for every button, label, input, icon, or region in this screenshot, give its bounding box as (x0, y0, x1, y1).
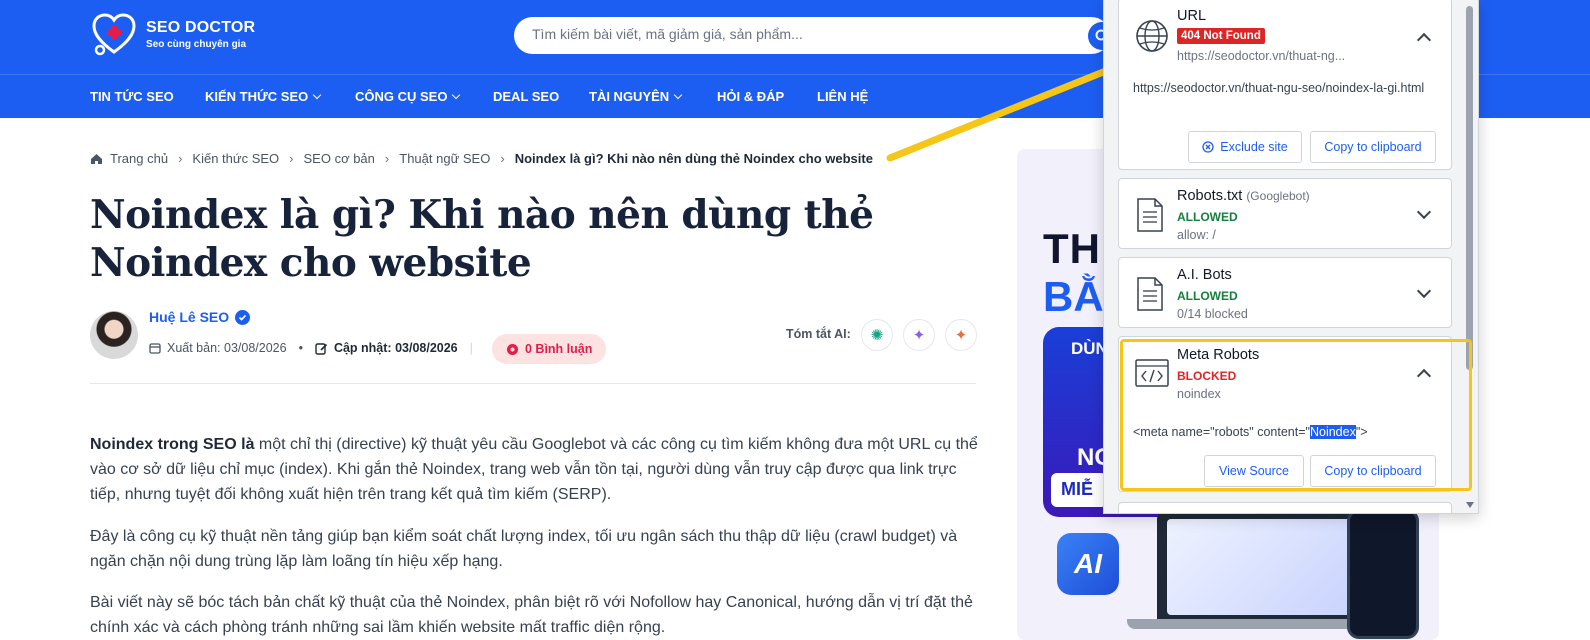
url-label: URL (1177, 8, 1207, 24)
code-highlight: Noindex (1309, 425, 1356, 439)
copy-url-label: Copy to clipboard (1324, 140, 1422, 154)
robots-txt-sub: (Googlebot) (1246, 189, 1310, 203)
copy-meta-button[interactable]: Copy to clipboard (1310, 455, 1436, 487)
expand-chevron-icon[interactable] (1416, 283, 1432, 299)
ai-bots-status: ALLOWED (1177, 289, 1238, 303)
collapse-chevron-icon[interactable] (1416, 368, 1432, 384)
ai-bots-card[interactable]: A.I. Bots ALLOWED 0/14 blocked (1118, 257, 1452, 328)
meta-robots-card: Meta Robots BLOCKED noindex <meta name="… (1118, 336, 1452, 492)
robots-txt-card[interactable]: Robots.txt (Googlebot) ALLOWED allow: / (1118, 178, 1452, 249)
robots-txt-detail: allow: / (1177, 228, 1216, 242)
globe-icon (1136, 20, 1168, 52)
meta-robots-detail: noindex (1177, 387, 1221, 401)
popup-scroll-thumb[interactable] (1466, 6, 1473, 370)
document-icon (1137, 277, 1163, 311)
exclude-site-label: Exclude site (1220, 140, 1288, 154)
document-icon (1137, 198, 1163, 232)
robots-txt-title: Robots.txt (1177, 188, 1243, 204)
code-prefix: <meta name="robots" content=" (1133, 425, 1310, 439)
robots-txt-label: Robots.txt (Googlebot) (1177, 188, 1310, 204)
meta-robots-label: Meta Robots (1177, 347, 1260, 363)
expand-chevron-icon[interactable] (1416, 204, 1432, 220)
url-short: https://seodoctor.vn/thuat-ng... (1177, 49, 1346, 63)
exclude-site-button[interactable]: Exclude site (1188, 131, 1302, 163)
url-card: URL 404 Not Found https://seodoctor.vn/t… (1118, 0, 1452, 170)
copy-meta-label: Copy to clipboard (1324, 464, 1422, 478)
code-window-icon (1135, 359, 1169, 387)
exclude-icon (1202, 141, 1214, 153)
ai-bots-label: A.I. Bots (1177, 267, 1232, 283)
http-status-badge: 404 Not Found (1177, 28, 1265, 44)
meta-robots-code: <meta name="robots" content="Noindex"> (1133, 425, 1368, 439)
view-source-button[interactable]: View Source (1204, 455, 1304, 487)
next-card[interactable] (1118, 502, 1452, 513)
full-url: https://seodoctor.vn/thuat-ngu-seo/noind… (1133, 81, 1425, 95)
seo-extension-popup: URL 404 Not Found https://seodoctor.vn/t… (1103, 0, 1479, 514)
ai-bots-detail: 0/14 blocked (1177, 307, 1248, 321)
meta-robots-status: BLOCKED (1177, 369, 1237, 383)
status-badge: 404 Not Found (1177, 26, 1265, 44)
robots-txt-status: ALLOWED (1177, 210, 1238, 224)
copy-url-button[interactable]: Copy to clipboard (1310, 131, 1436, 163)
code-suffix: "> (1355, 425, 1368, 439)
scroll-down-arrow-icon[interactable] (1466, 502, 1474, 508)
page: SEO DOCTOR Seo cùng chuyên gia TIN TỨC S… (0, 0, 1590, 640)
collapse-chevron-icon[interactable] (1416, 32, 1432, 48)
view-source-label: View Source (1219, 464, 1289, 478)
